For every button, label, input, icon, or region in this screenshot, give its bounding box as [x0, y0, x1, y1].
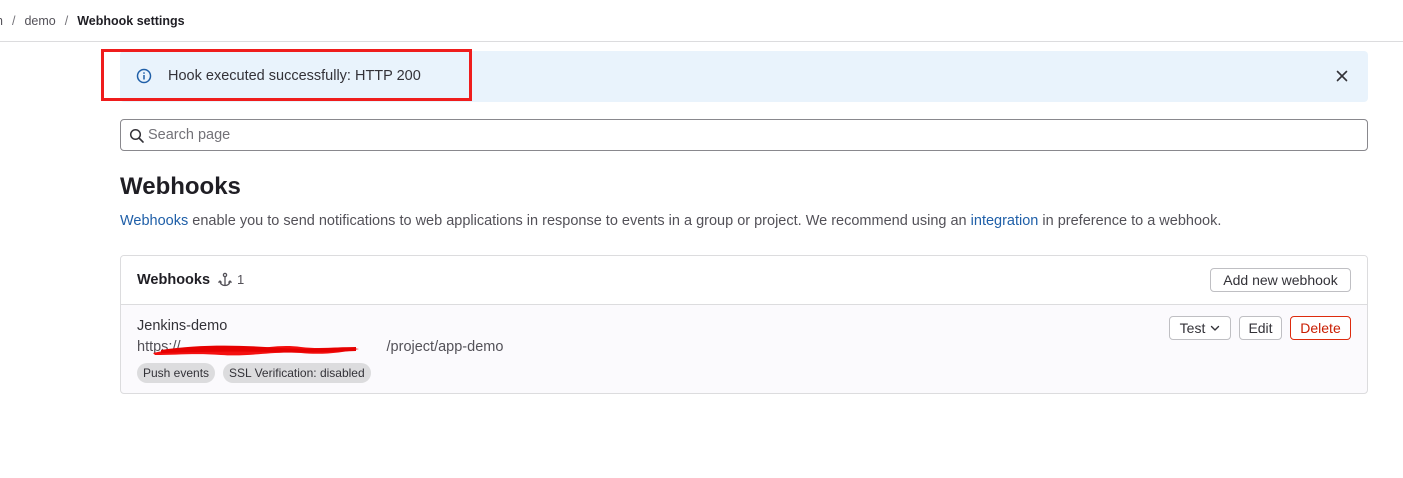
breadcrumb-separator: / [11, 13, 16, 28]
search-box [120, 119, 1368, 151]
webhook-name: Jenkins-demo [137, 318, 228, 334]
description-text-1: enable you to send notifications to web … [188, 213, 971, 229]
add-new-webhook-button[interactable]: Add new webhook [1210, 268, 1351, 292]
highlight-annotation [101, 49, 472, 101]
breadcrumb-item-parent[interactable]: n [0, 14, 3, 28]
chevron-down-icon [1211, 325, 1220, 331]
badge-push-events: Push events [137, 363, 216, 383]
card-title: Webhooks [137, 272, 211, 288]
test-button-label: Test [1179, 320, 1206, 336]
breadcrumb: n / demo / Webhook settings [0, 0, 1403, 42]
webhooks-card-header: Webhooks 1 Add new webhook [121, 256, 1367, 305]
badge-ssl-verification: SSL Verification: disabled [223, 363, 371, 383]
webhooks-card: Webhooks 1 Add new webhook Jenkins-demo … [120, 255, 1368, 394]
page-description: Webhooks enable you to send notification… [120, 213, 1221, 229]
description-text-2: in preference to a webhook. [1038, 213, 1222, 229]
search-input[interactable] [148, 122, 1358, 148]
page-title: Webhooks [120, 173, 241, 200]
test-dropdown-button[interactable]: Test [1169, 316, 1231, 340]
search-icon [129, 128, 144, 143]
delete-button[interactable]: Delete [1290, 316, 1351, 340]
breadcrumb-separator: / [64, 13, 69, 28]
edit-button[interactable]: Edit [1239, 316, 1282, 340]
webhooks-docs-link[interactable]: Webhooks [120, 213, 188, 229]
close-icon[interactable] [1334, 68, 1350, 84]
breadcrumb-item-demo[interactable]: demo [24, 14, 55, 28]
webhook-url-suffix: /project/app-demo [386, 339, 504, 355]
breadcrumb-current: Webhook settings [77, 13, 185, 28]
webhook-icon [218, 272, 232, 287]
webhook-count: 1 [237, 272, 245, 287]
integration-link[interactable]: integration [971, 213, 1039, 229]
redaction-scribble [153, 345, 359, 356]
